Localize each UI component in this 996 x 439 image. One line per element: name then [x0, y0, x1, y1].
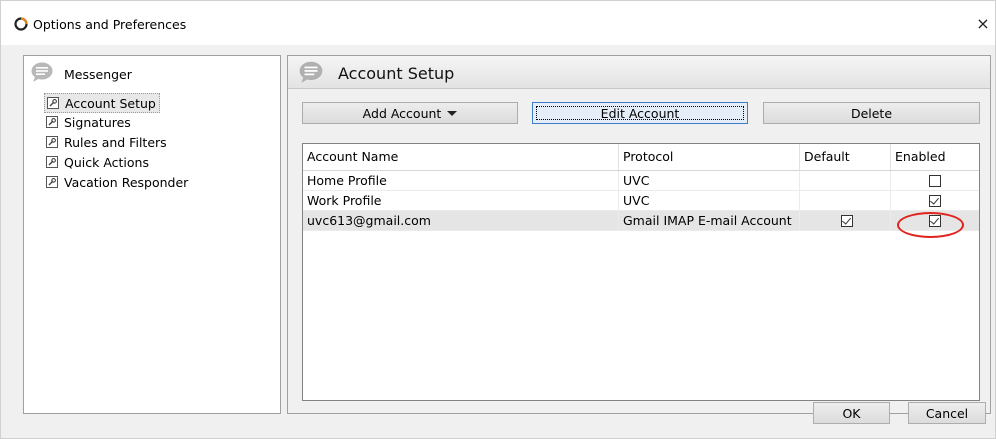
panel-title: Account Setup: [338, 64, 455, 83]
wrench-icon: [46, 136, 58, 148]
enabled-cell: [891, 211, 979, 231]
ok-label: OK: [842, 405, 861, 421]
nav-item-label: Rules and Filters: [64, 134, 167, 150]
table-row-selected[interactable]: uvc613@gmail.com Gmail IMAP E-mail Accou…: [303, 211, 979, 231]
account-name-cell: Work Profile: [303, 191, 619, 211]
column-header-enabled[interactable]: Enabled: [891, 144, 979, 170]
column-header-account-name[interactable]: Account Name: [303, 144, 619, 170]
nav-item-label: Vacation Responder: [64, 174, 189, 190]
ok-button[interactable]: OK: [813, 402, 890, 424]
delete-button[interactable]: Delete: [763, 102, 980, 124]
default-cell: [800, 171, 891, 191]
default-cell: [800, 191, 891, 211]
checkmark-icon: [930, 215, 939, 225]
table-row[interactable]: Home Profile UVC: [303, 171, 979, 191]
nav-item-rules-and-filters[interactable]: Rules and Filters: [44, 133, 170, 151]
window-title: Options and Preferences: [33, 17, 187, 32]
delete-label: Delete: [850, 105, 893, 121]
wrench-icon: [46, 156, 58, 168]
cancel-label: Cancel: [925, 405, 969, 421]
close-button[interactable]: ×: [971, 11, 995, 37]
panel-header: Account Setup: [288, 56, 990, 89]
wrench-icon: [46, 116, 58, 128]
table-header: Account Name Protocol Default Enabled: [303, 144, 979, 171]
add-account-button[interactable]: Add Account: [302, 102, 518, 124]
account-name-cell: Home Profile: [303, 171, 619, 191]
default-checkbox[interactable]: [841, 215, 853, 227]
protocol-cell: UVC: [619, 191, 800, 211]
nav-item-vacation-responder[interactable]: Vacation Responder: [44, 173, 191, 191]
enabled-cell: [891, 191, 979, 211]
options-nav-tree: Messenger Account Setup Signatures Rules…: [23, 55, 281, 414]
default-cell: [800, 211, 891, 231]
title-bar: Options and Preferences ×: [1, 1, 995, 45]
wrench-icon: [47, 97, 59, 109]
enabled-checkbox[interactable]: [929, 175, 941, 187]
wrench-icon: [46, 176, 58, 188]
nav-root-label: Messenger: [64, 67, 132, 82]
nav-item-account-setup[interactable]: Account Setup: [44, 93, 160, 113]
app-logo-icon: [14, 17, 28, 31]
dropdown-caret-icon: [447, 110, 458, 116]
checkmark-icon: [842, 215, 851, 225]
accounts-table: Account Name Protocol Default Enabled Ho…: [302, 143, 980, 401]
nav-item-label: Signatures: [64, 114, 131, 130]
column-header-default[interactable]: Default: [800, 144, 891, 170]
add-account-label: Add Account: [362, 105, 442, 121]
nav-item-label: Quick Actions: [64, 154, 149, 170]
nav-item-label: Account Setup: [65, 95, 156, 111]
nav-item-quick-actions[interactable]: Quick Actions: [44, 153, 152, 171]
edit-account-button[interactable]: Edit Account: [532, 102, 748, 124]
account-name-cell: uvc613@gmail.com: [303, 211, 619, 231]
column-header-protocol[interactable]: Protocol: [619, 144, 800, 170]
enabled-checkbox[interactable]: [929, 215, 941, 227]
enabled-cell: [891, 171, 979, 191]
speech-bubble-icon: [299, 61, 323, 83]
nav-item-signatures[interactable]: Signatures: [44, 113, 134, 131]
cancel-button[interactable]: Cancel: [908, 402, 986, 424]
speech-bubble-icon: [31, 62, 53, 82]
table-row[interactable]: Work Profile UVC: [303, 191, 979, 211]
enabled-checkbox[interactable]: [929, 195, 941, 207]
checkmark-icon: [930, 195, 939, 205]
options-window: Options and Preferences × Messenger Acco…: [0, 0, 996, 439]
account-setup-panel: Account Setup Add Account Edit Account D…: [287, 55, 991, 414]
protocol-cell: UVC: [619, 171, 800, 191]
protocol-cell: Gmail IMAP E-mail Account: [619, 211, 800, 231]
